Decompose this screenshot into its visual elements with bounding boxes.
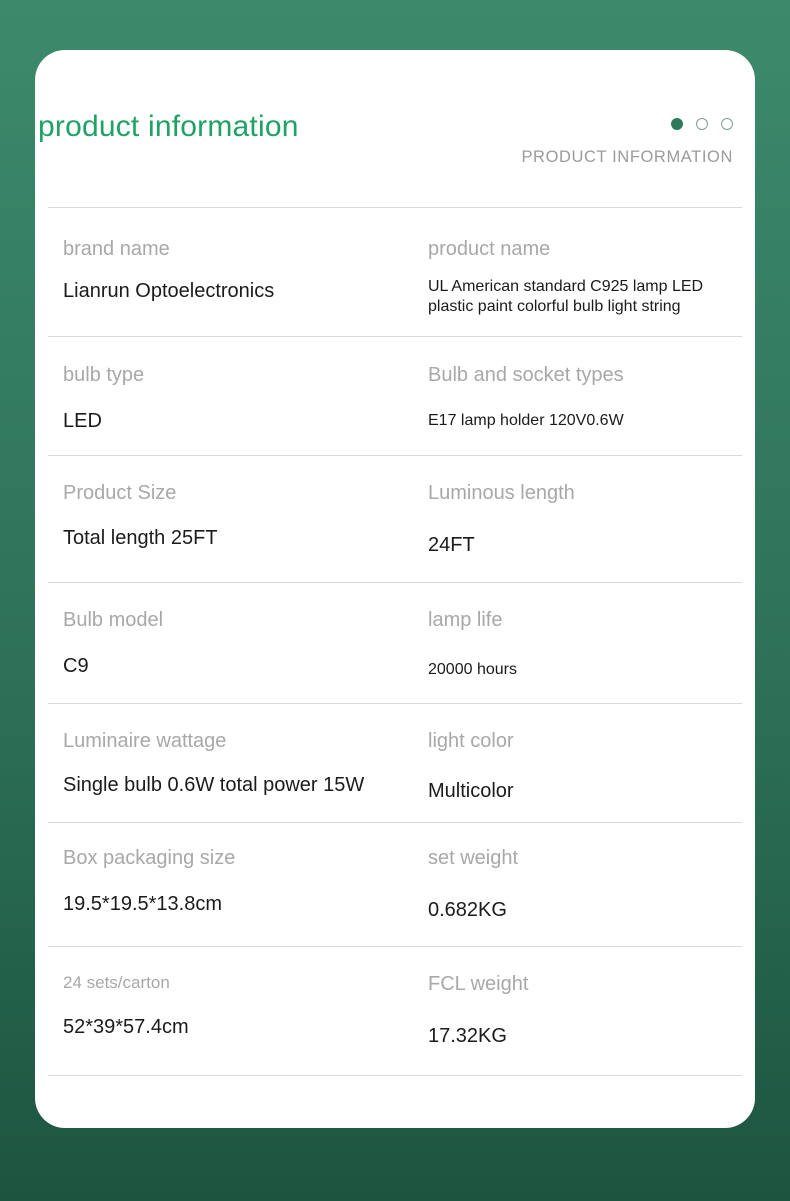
spec-value: 20000 hours xyxy=(428,660,742,680)
spec-value: LED xyxy=(63,409,428,433)
spec-label: set weight xyxy=(428,847,742,870)
spec-value: 24FT xyxy=(428,533,742,557)
spec-value: 0.682KG xyxy=(428,898,742,922)
spec-cell-product-size: Product Size Total length 25FT xyxy=(48,456,428,581)
pagination-dot-3[interactable] xyxy=(721,118,733,130)
spec-label: brand name xyxy=(63,238,428,261)
product-information-page: product information PRODUCT INFORMATION … xyxy=(0,0,790,1201)
spec-label: Luminous length xyxy=(428,482,742,505)
spec-label: lamp life xyxy=(428,609,742,632)
spec-cell-bulb-model: Bulb model C9 xyxy=(48,583,428,704)
card-header: product information PRODUCT INFORMATION xyxy=(35,50,755,205)
pagination-dot-active[interactable] xyxy=(671,118,683,130)
table-row: Bulb model C9 lamp life 20000 hours xyxy=(48,582,742,704)
spec-cell-luminous-length: Luminous length 24FT xyxy=(428,456,742,581)
spec-value: Total length 25FT xyxy=(63,526,428,550)
page-title: product information xyxy=(38,110,299,144)
spec-label: light color xyxy=(428,730,742,753)
spec-cell-fcl-weight: FCL weight 17.32KG xyxy=(428,947,742,1074)
table-row: brand name Lianrun Optoelectronics produ… xyxy=(48,207,742,336)
spec-value: 52*39*57.4cm xyxy=(63,1015,428,1039)
spec-cell-box-packaging-size: Box packaging size 19.5*19.5*13.8cm xyxy=(48,823,428,946)
spec-value: Lianrun Optoelectronics xyxy=(63,279,428,303)
spec-label: Bulb model xyxy=(63,609,428,632)
spec-value: Multicolor xyxy=(428,779,742,803)
spec-table: brand name Lianrun Optoelectronics produ… xyxy=(48,207,742,1076)
table-row: Luminaire wattage Single bulb 0.6W total… xyxy=(48,703,742,821)
table-row: bulb type LED Bulb and socket types E17 … xyxy=(48,336,742,455)
spec-label: 24 sets/carton xyxy=(63,973,428,993)
spec-cell-bulb-type: bulb type LED xyxy=(48,337,428,455)
spec-label: Box packaging size xyxy=(63,847,428,870)
spec-value: 19.5*19.5*13.8cm xyxy=(63,892,428,916)
table-row: Box packaging size 19.5*19.5*13.8cm set … xyxy=(48,822,742,946)
spec-label: Luminaire wattage xyxy=(63,730,428,753)
product-information-card: product information PRODUCT INFORMATION … xyxy=(35,50,755,1128)
spec-value: C9 xyxy=(63,654,428,678)
spec-value: E17 lamp holder 120V0.6W xyxy=(428,411,742,431)
spec-cell-brand-name: brand name Lianrun Optoelectronics xyxy=(48,208,428,336)
spec-cell-set-weight: set weight 0.682KG xyxy=(428,823,742,946)
table-row: 24 sets/carton 52*39*57.4cm FCL weight 1… xyxy=(48,946,742,1075)
spec-cell-luminaire-wattage: Luminaire wattage Single bulb 0.6W total… xyxy=(48,704,428,821)
spec-label: Product Size xyxy=(63,482,428,505)
spec-value: Single bulb 0.6W total power 15W xyxy=(63,773,428,797)
spec-value: 17.32KG xyxy=(428,1024,742,1048)
table-row: Product Size Total length 25FT Luminous … xyxy=(48,455,742,581)
spec-label: bulb type xyxy=(63,364,428,387)
spec-label: product name xyxy=(428,238,742,261)
spec-label: FCL weight xyxy=(428,973,742,996)
spec-value: UL American standard C925 lamp LED plast… xyxy=(428,277,742,316)
spec-cell-product-name: product name UL American standard C925 l… xyxy=(428,208,742,336)
page-subtitle: PRODUCT INFORMATION xyxy=(521,148,733,167)
spec-cell-sets-per-carton: 24 sets/carton 52*39*57.4cm xyxy=(48,947,428,1074)
spec-cell-lamp-life: lamp life 20000 hours xyxy=(428,583,742,704)
spec-cell-bulb-socket-types: Bulb and socket types E17 lamp holder 12… xyxy=(428,337,742,455)
spec-cell-light-color: light color Multicolor xyxy=(428,704,742,821)
pagination-dot-2[interactable] xyxy=(696,118,708,130)
pagination-dots[interactable] xyxy=(671,118,733,130)
spec-label: Bulb and socket types xyxy=(428,364,742,387)
